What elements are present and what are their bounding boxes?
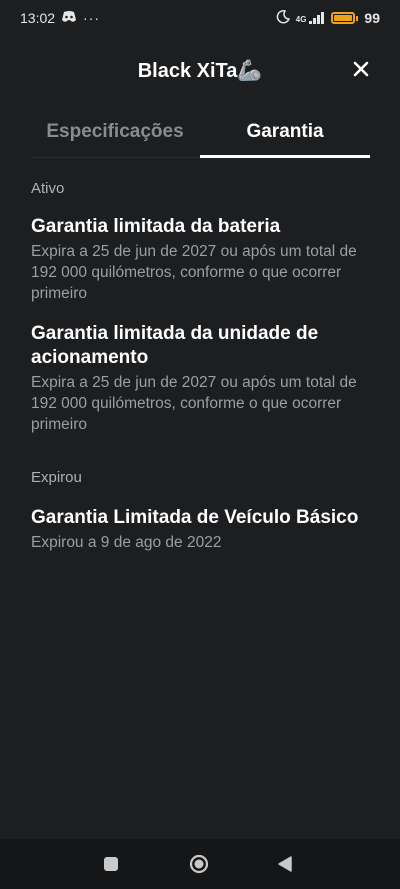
home-circle-icon <box>189 854 209 874</box>
item-title: Garantia limitada da unidade de acioname… <box>31 323 319 368</box>
item-description: Expira a 25 de jun de 2027 ou após um to… <box>31 243 357 302</box>
signal-icon: 4G <box>296 12 326 24</box>
status-bar-left: 13:02 ··· <box>20 10 100 26</box>
status-bar: 13:02 ··· 4G 99 <box>0 0 400 36</box>
network-type-label: 4G <box>295 15 307 24</box>
battery-body <box>331 12 356 24</box>
discord-icon <box>61 10 77 26</box>
close-button[interactable] <box>346 54 376 84</box>
battery-percent: 99 <box>364 10 380 26</box>
item-title: Garantia Limitada de Veículo Básico <box>31 507 359 528</box>
page-title: Black XiTa🦾 <box>137 59 263 82</box>
item-description: Expira a 25 de jun de 2027 ou após um to… <box>31 374 357 433</box>
status-time: 13:02 <box>20 10 56 26</box>
back-button[interactable] <box>272 851 298 877</box>
warranty-list: Ativo Garantia limitada da bateria Expir… <box>31 180 371 571</box>
section-expired: Expirou Garantia Limitada de Veículo Bás… <box>31 469 371 553</box>
item-title: Garantia limitada da bateria <box>31 216 281 237</box>
list-item: Garantia limitada da unidade de acioname… <box>31 322 371 435</box>
more-notifications-icon: ··· <box>83 10 101 26</box>
home-button[interactable] <box>186 851 212 877</box>
section-label: Expirou <box>31 469 82 486</box>
battery-fill <box>334 15 353 21</box>
header: Black XiTa🦾 <box>0 50 400 90</box>
close-icon <box>353 61 369 77</box>
status-bar-right: 4G 99 <box>276 9 380 27</box>
square-icon <box>104 857 118 871</box>
tab-bar: Especificações Garantia <box>30 106 370 158</box>
list-item: Garantia limitada da bateria Expira a 25… <box>31 215 371 304</box>
section-label: Ativo <box>31 180 65 197</box>
tab-especificacoes[interactable]: Especificações <box>30 106 200 158</box>
system-navigation-bar <box>0 839 400 889</box>
back-triangle-icon <box>278 856 292 872</box>
section-active: Ativo Garantia limitada da bateria Expir… <box>31 180 371 435</box>
recents-button[interactable] <box>98 851 124 877</box>
tab-garantia[interactable]: Garantia <box>200 106 370 158</box>
list-item: Garantia Limitada de Veículo Básico Expi… <box>31 506 371 553</box>
item-description: Expirou a 9 de ago de 2022 <box>31 534 222 551</box>
battery-tip <box>356 15 359 21</box>
battery-icon <box>331 12 359 24</box>
moon-icon <box>276 9 290 27</box>
